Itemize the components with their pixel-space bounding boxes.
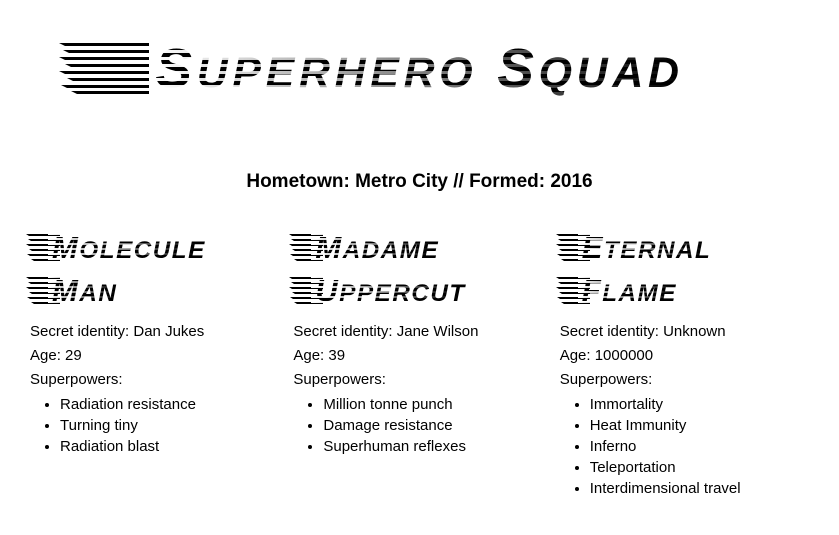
hero-age: Age: 1000000 (559, 347, 654, 364)
list-item: Turning tiny (60, 415, 283, 436)
hero-name-line-1-text: ETERNAL (581, 230, 712, 265)
powers-label: Superpowers: (559, 371, 653, 388)
list-item: Interdimensional travel (590, 478, 820, 499)
page-title: SUPERHERO SQUAD (0, 36, 839, 105)
powers-label: Superpowers: (293, 371, 386, 388)
hero-name-line-1: ETERNAL (555, 228, 716, 271)
hero-name-line-2: FLAME (555, 271, 681, 314)
hero-meta: Secret identity: Jane Wilson Age: 39 Sup… (293, 320, 549, 392)
hero-name-line-2: MAN (26, 271, 122, 314)
hero-card: ETERNAL FLAME Secret identity: Unknown A… (555, 228, 820, 499)
hero-card: MOLECULE MAN Secret identity: Dan Jukes … (26, 228, 283, 457)
speed-lines-icon (59, 43, 150, 94)
list-item: Teleportation (590, 457, 820, 478)
secret-identity: Secret identity: Dan Jukes (30, 323, 205, 340)
hero-name-line-1-text: MOLECULE (52, 230, 206, 265)
powers-list: Radiation resistance Turning tiny Radiat… (30, 394, 283, 457)
list-item: Radiation resistance (60, 394, 283, 415)
list-item: Million tonne punch (323, 394, 549, 415)
list-item: Immortality (590, 394, 820, 415)
list-item: Superhuman reflexes (323, 436, 549, 457)
list-item: Damage resistance (323, 415, 549, 436)
hero-name-line-1-text: MADAME (315, 230, 440, 265)
secret-identity: Secret identity: Unknown (559, 323, 726, 340)
hero-card: MADAME UPPERCUT Secret identity: Jane Wi… (289, 228, 549, 457)
hero-name-line-2-text: FLAME (581, 273, 677, 308)
hero-meta: Secret identity: Unknown Age: 1000000 Su… (560, 320, 820, 392)
page-title-glyphs: SUPERHERO SQUAD (155, 37, 684, 99)
list-item: Heat Immunity (590, 415, 820, 436)
hero-name-line-2: UPPERCUT (289, 271, 470, 314)
hero-name-line-2-text: UPPERCUT (315, 273, 466, 308)
hero-name: ETERNAL FLAME (555, 228, 820, 314)
hero-age: Age: 29 (30, 347, 82, 364)
secret-identity: Secret identity: Jane Wilson (293, 323, 479, 340)
hero-name: MOLECULE MAN (26, 228, 283, 314)
powers-list: Immortality Heat Immunity Inferno Telepo… (560, 394, 820, 499)
hero-list: MOLECULE MAN Secret identity: Dan Jukes … (26, 228, 830, 499)
list-item: Inferno (590, 436, 820, 457)
page-title-text: SUPERHERO SQUAD (59, 36, 688, 105)
powers-label: Superpowers: (30, 371, 123, 388)
hero-meta: Secret identity: Dan Jukes Age: 29 Super… (30, 320, 283, 392)
powers-list: Million tonne punch Damage resistance Su… (293, 394, 549, 457)
hero-name-line-1: MADAME (289, 228, 444, 271)
subtitle: Hometown: Metro City // Formed: 2016 (246, 171, 593, 192)
hero-age: Age: 39 (293, 347, 346, 364)
hero-name: MADAME UPPERCUT (289, 228, 549, 314)
hero-name-line-2-text: MAN (52, 273, 118, 308)
list-item: Radiation blast (60, 436, 283, 457)
hero-name-line-1: MOLECULE (26, 228, 210, 271)
